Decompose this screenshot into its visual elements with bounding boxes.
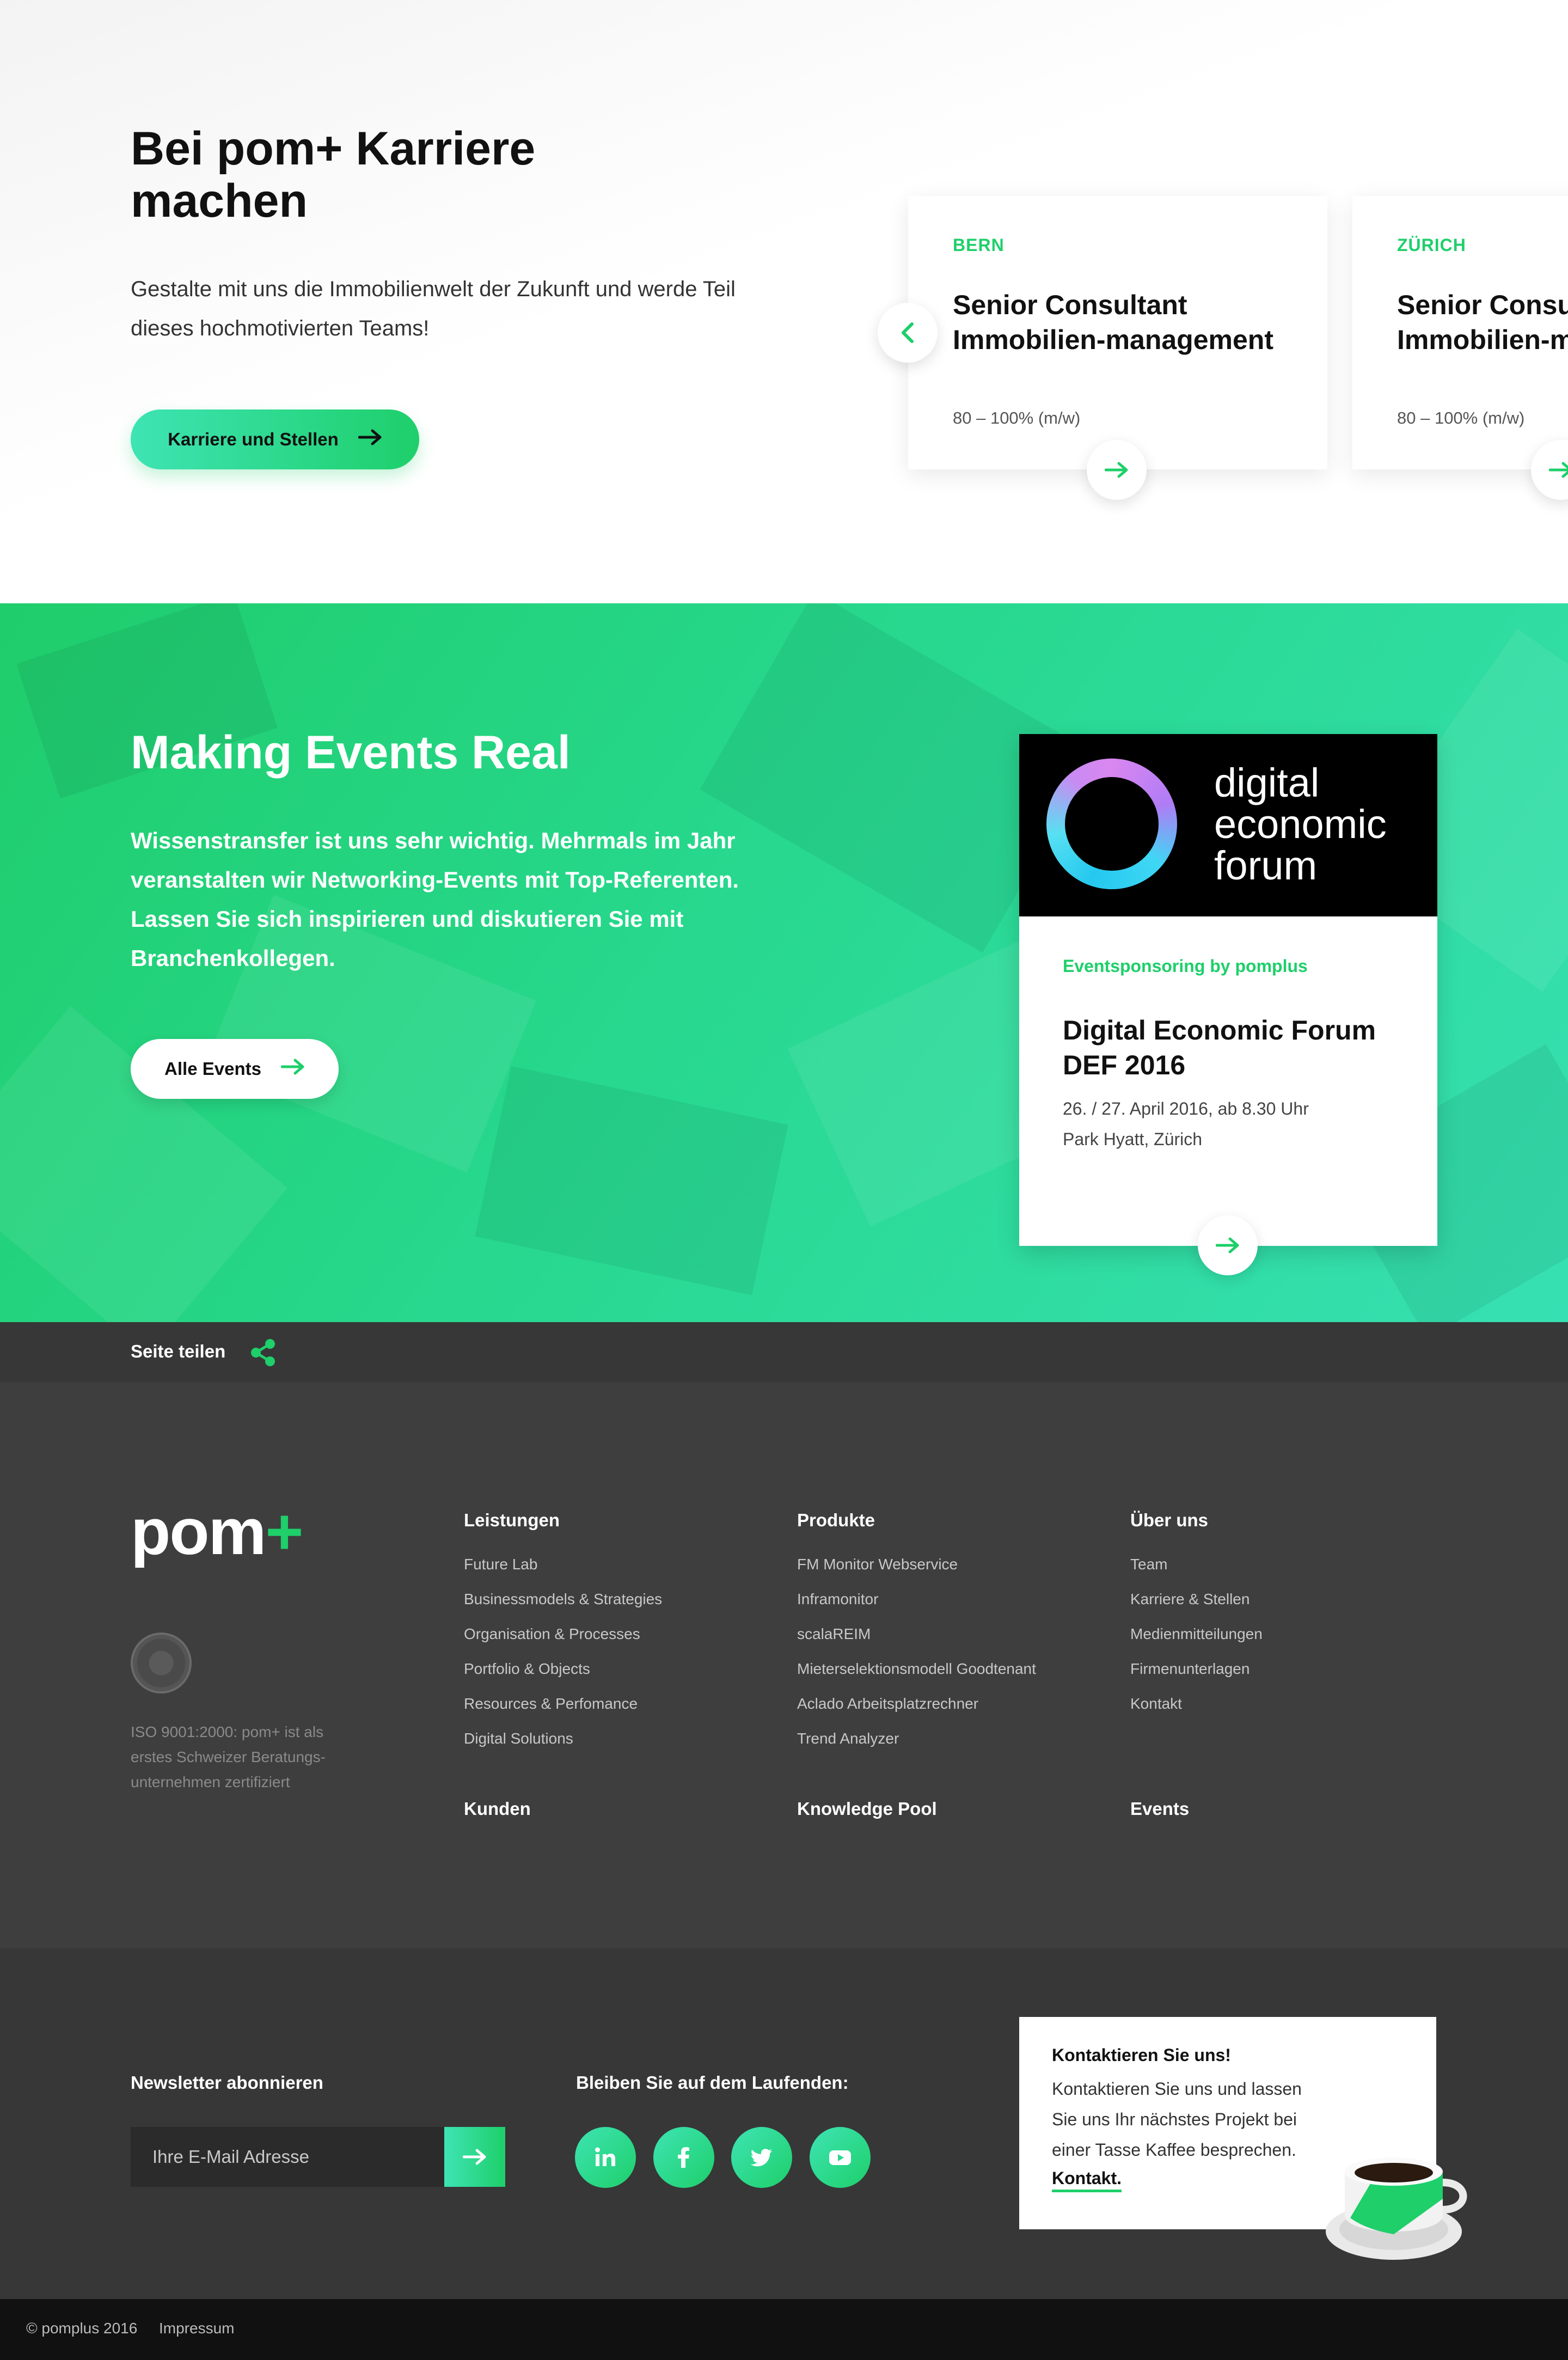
footer-heading[interactable]: Über uns [1130, 1510, 1263, 1531]
youtube-button[interactable] [810, 2127, 871, 2188]
careers-button[interactable]: Karriere und Stellen [131, 409, 419, 469]
footer-link[interactable]: Kontakt [1130, 1686, 1263, 1721]
event-meta: 26. / 27. April 2016, ab 8.30 Uhr Park H… [1063, 1093, 1309, 1154]
footer-link[interactable]: Digital Solutions [464, 1721, 662, 1756]
share-icon[interactable] [248, 1337, 279, 1368]
event-place: Park Hyatt, Zürich [1063, 1129, 1203, 1149]
linkedin-icon [595, 2147, 615, 2166]
job-title: Senior Consultant Immobilien-management [1397, 290, 1568, 355]
def-logo-text: digital economic forum [1214, 760, 1387, 888]
contact-text: Kontaktieren Sie uns und lassen Sie uns … [1052, 2079, 1302, 2160]
facebook-button[interactable] [653, 2127, 714, 2188]
newsletter-contact-section: Newsletter abonnieren Bleiben Sie auf de… [0, 1948, 1568, 2299]
footer-link[interactable]: Trend Analyzer [797, 1721, 1036, 1756]
events-title: Making Events Real [131, 726, 571, 779]
footer-link[interactable]: Inframonitor [797, 1582, 1036, 1617]
event-date: 26. / 27. April 2016, ab 8.30 Uhr [1063, 1099, 1309, 1118]
facebook-icon [678, 2147, 689, 2168]
careers-title: Bei pom+ Karriere machen [131, 123, 536, 227]
footer-link[interactable]: Future Lab [464, 1547, 662, 1582]
social-label: Bleiben Sie auf dem Laufenden: [576, 2072, 849, 2093]
event-kicker: Eventsponsoring by pomplus [1063, 956, 1308, 976]
arrow-right-icon [280, 1058, 305, 1080]
event-logo: digital economic forum [1019, 734, 1437, 916]
footer-column-produkte: Produkte FM Monitor Webservice Inframoni… [797, 1510, 1036, 1756]
newsletter-submit-button[interactable] [444, 2127, 505, 2187]
background-shape [475, 1066, 788, 1295]
footer-link[interactable]: FM Monitor Webservice [797, 1547, 1036, 1582]
copyright: © pomplus 2016 [26, 2320, 138, 2337]
arrow-right-icon [1549, 462, 1568, 478]
job-subtitle: 80 – 100% (m/w) [953, 408, 1081, 427]
footer-link-knowledge-pool[interactable]: Knowledge Pool [797, 1799, 937, 1819]
iso-seal-icon [131, 1633, 192, 1693]
chevron-left-icon [902, 322, 914, 343]
share-bar: Seite teilen [0, 1322, 1568, 1382]
footer: pom+ ISO 9001:2000: pom+ ist als erstes … [0, 1382, 1568, 1948]
carousel-prev-button[interactable] [878, 303, 938, 363]
careers-button-label: Karriere und Stellen [168, 429, 339, 449]
def-ring-logo [1046, 759, 1177, 889]
coffee-cup-icon [1326, 2157, 1467, 2260]
footer-link-events[interactable]: Events [1130, 1799, 1189, 1819]
impressum-link[interactable]: Impressum [159, 2320, 234, 2337]
footer-link[interactable]: Resources & Perfomance [464, 1686, 662, 1721]
youtube-icon [829, 2150, 851, 2165]
event-card[interactable]: digital economic forum Eventsponsoring b… [1019, 734, 1437, 1246]
share-label[interactable]: Seite teilen [131, 1341, 225, 1362]
footer-link[interactable]: Team [1130, 1547, 1263, 1582]
twitter-icon [750, 2149, 773, 2167]
newsletter-email-input[interactable] [131, 2127, 444, 2187]
events-text: Wissenstransfer ist uns sehr wichtig. Me… [131, 828, 739, 971]
all-events-label: Alle Events [164, 1059, 261, 1079]
arrow-right-icon [358, 429, 382, 450]
footer-link-kunden[interactable]: Kunden [464, 1799, 531, 1819]
job-card[interactable]: BERN Senior Consultant Immobilien-manage… [908, 196, 1327, 469]
job-subtitle: 80 – 100% (m/w) [1397, 408, 1525, 427]
footer-link[interactable]: Mieterselektionsmodell Goodtenant [797, 1652, 1036, 1686]
pomplus-logo[interactable]: pom+ [131, 1499, 303, 1564]
arrow-right-icon [1216, 1237, 1239, 1254]
twitter-button[interactable] [731, 2127, 792, 2188]
job-card[interactable]: ZÜRICH Senior Consultant Immobilien-mana… [1352, 196, 1568, 469]
newsletter-label: Newsletter abonnieren [131, 2072, 323, 2093]
linkedin-button[interactable] [575, 2127, 636, 2188]
footer-link[interactable]: Karriere & Stellen [1130, 1582, 1263, 1617]
arrow-right-icon [463, 2149, 486, 2165]
footer-link[interactable]: Firmenunterlagen [1130, 1652, 1263, 1686]
careers-text: Gestalte mit uns die Immobilienwelt der … [131, 277, 736, 340]
job-title: Senior Consultant Immobilien-management [953, 290, 1273, 355]
footer-column-ueber-uns: Über uns Team Karriere & Stellen Medienm… [1130, 1510, 1263, 1721]
footer-column-leistungen: Leistungen Future Lab Businessmodels & S… [464, 1510, 662, 1756]
footer-link[interactable]: scalaREIM [797, 1617, 1036, 1652]
footer-heading[interactable]: Leistungen [464, 1510, 662, 1531]
job-location: ZÜRICH [1397, 235, 1466, 255]
arrow-right-icon [1105, 462, 1128, 478]
careers-section: Bei pom+ Karriere machen Gestalte mit un… [0, 0, 1568, 603]
event-title: Digital Economic Forum DEF 2016 [1063, 1015, 1376, 1080]
footer-heading[interactable]: Produkte [797, 1510, 1036, 1531]
all-events-button[interactable]: Alle Events [131, 1039, 339, 1099]
footer-link[interactable]: Organisation & Processes [464, 1617, 662, 1652]
footer-link[interactable]: Medienmitteilungen [1130, 1617, 1263, 1652]
footer-link[interactable]: Portfolio & Objects [464, 1652, 662, 1686]
iso-text: ISO 9001:2000: pom+ ist als erstes Schwe… [131, 1723, 326, 1790]
footer-link[interactable]: Businessmodels & Strategies [464, 1582, 662, 1617]
job-location: BERN [953, 235, 1004, 255]
footer-link[interactable]: Aclado Arbeitsplatzrechner [797, 1686, 1036, 1721]
job-open-button[interactable] [1087, 440, 1147, 500]
contact-link[interactable]: Kontakt. [1052, 2168, 1122, 2192]
event-open-button[interactable] [1198, 1215, 1258, 1275]
events-section: Making Events Real Wissenstransfer ist u… [0, 603, 1568, 1322]
bottom-bar: © pomplus 2016 Impressum [0, 2299, 1568, 2360]
contact-title: Kontaktieren Sie uns! [1052, 2045, 1231, 2065]
